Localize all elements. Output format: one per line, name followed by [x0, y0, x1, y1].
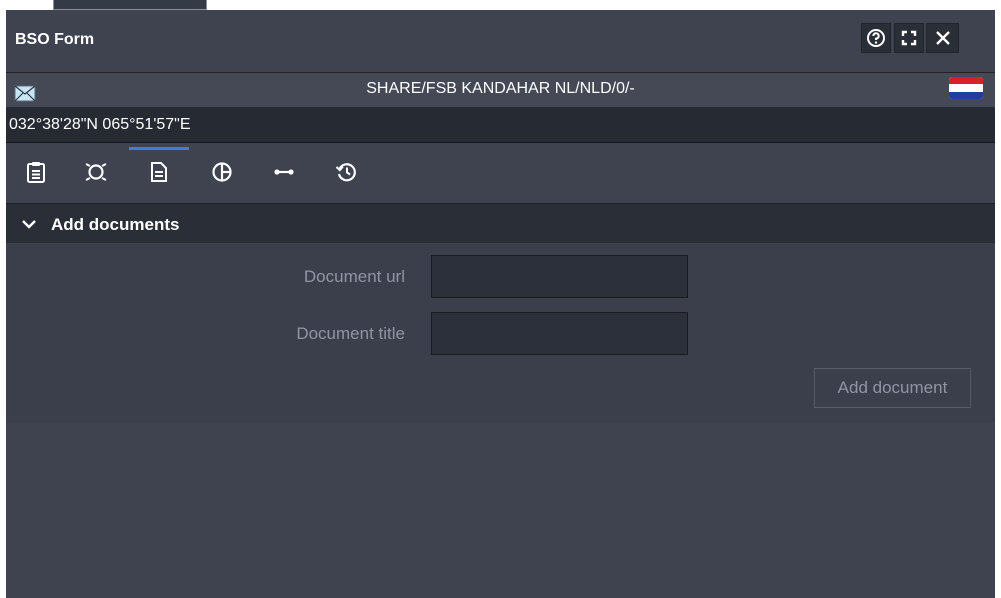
- top-tab-edge: [53, 0, 207, 10]
- history-icon: [335, 162, 356, 181]
- link-icon: [274, 168, 294, 175]
- tab-history[interactable]: [316, 143, 376, 200]
- document-url-label: Document url: [303, 267, 405, 286]
- tab-bar: [6, 143, 995, 200]
- tab-relations[interactable]: [254, 143, 314, 200]
- fullscreen-button[interactable]: [894, 23, 924, 53]
- document-title-label: Document title: [296, 324, 405, 343]
- section-title: Add documents: [51, 215, 180, 234]
- document-url-field[interactable]: [431, 255, 688, 298]
- document-icon: [151, 161, 167, 182]
- unit-bar: SHARE/FSB KANDAHAR NL/NLD/0/-: [6, 72, 995, 108]
- close-button[interactable]: [926, 23, 959, 53]
- add-documents-form: Document url Document title Add document: [6, 243, 995, 423]
- bso-form-panel: BSO Form SHARE/FSB KANDAHAR NL/NLD/0/- 0…: [6, 10, 995, 598]
- clipboard-icon: [27, 161, 45, 183]
- empty-content-area: [6, 423, 995, 598]
- add-documents-section-header[interactable]: Add documents: [6, 203, 995, 243]
- tab-documents[interactable]: [129, 143, 189, 200]
- unit-name: SHARE/FSB KANDAHAR NL/NLD/0/-: [366, 80, 635, 97]
- window-header: BSO Form: [6, 10, 995, 72]
- chevron-down-icon: [22, 220, 36, 229]
- half-circle-icon: [212, 161, 232, 182]
- fullscreen-icon: [901, 30, 917, 46]
- coordinates-text: 032°38'28"N 065°51'57"E: [9, 116, 191, 133]
- target-icon: [85, 162, 107, 181]
- help-circle-icon: [867, 29, 885, 47]
- tab-details[interactable]: [6, 143, 66, 200]
- active-tab-indicator: [129, 147, 189, 150]
- close-icon: [935, 31, 950, 45]
- help-button[interactable]: [861, 23, 891, 53]
- tab-affiliation[interactable]: [192, 143, 252, 200]
- add-document-button[interactable]: Add document: [814, 368, 971, 408]
- tab-sensors[interactable]: [66, 143, 126, 200]
- coordinates-bar: 032°38'28"N 065°51'57"E: [6, 107, 995, 143]
- document-title-field[interactable]: [431, 312, 688, 355]
- netherlands-flag-icon: [949, 77, 983, 99]
- window-title: BSO Form: [15, 31, 95, 48]
